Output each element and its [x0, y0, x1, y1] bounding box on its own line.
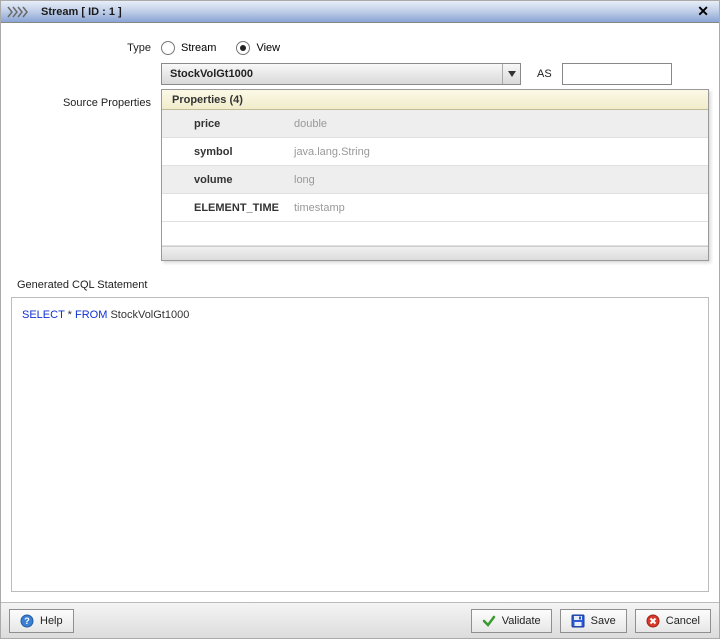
alias-input[interactable]: [562, 63, 672, 85]
properties-body: price double symbol java.lang.String vol…: [162, 110, 708, 246]
prop-name: price: [194, 118, 294, 130]
prop-name: ELEMENT_TIME: [194, 202, 294, 214]
source-properties-label: Source Properties: [11, 93, 161, 109]
type-row: Type Stream View: [11, 41, 709, 55]
help-icon: ?: [20, 614, 34, 628]
table-row[interactable]: ELEMENT_TIME timestamp: [162, 194, 708, 222]
radio-view[interactable]: [236, 41, 250, 55]
table-row-empty: [162, 222, 708, 246]
floppy-icon: [571, 614, 585, 628]
close-button[interactable]: ✕: [693, 3, 713, 20]
prop-type: double: [294, 118, 327, 130]
type-label: Type: [11, 42, 161, 54]
dialog-body: Type Stream View StockVolGt1000 AS: [1, 23, 719, 602]
properties-footer: [162, 246, 708, 260]
cql-text: StockVolGt1000: [107, 309, 189, 321]
table-row[interactable]: price double: [162, 110, 708, 138]
validate-button-label: Validate: [502, 615, 541, 627]
validate-button[interactable]: Validate: [471, 609, 552, 633]
cancel-button-label: Cancel: [666, 615, 700, 627]
radio-stream-label: Stream: [181, 42, 216, 54]
prop-name: volume: [194, 174, 294, 186]
help-button[interactable]: ? Help: [9, 609, 74, 633]
as-label: AS: [537, 68, 552, 80]
titlebar: Stream [ ID : 1 ] ✕: [1, 1, 719, 23]
help-button-label: Help: [40, 615, 63, 627]
radio-stream[interactable]: [161, 41, 175, 55]
cql-keyword: FROM: [75, 309, 107, 321]
radio-view-label: View: [256, 42, 280, 54]
table-row[interactable]: symbol java.lang.String: [162, 138, 708, 166]
cancel-icon: [646, 614, 660, 628]
dialog-footer: ? Help Validate Save: [1, 602, 719, 638]
check-icon: [482, 614, 496, 628]
save-button-label: Save: [591, 615, 616, 627]
source-select-value: StockVolGt1000: [162, 68, 502, 80]
svg-text:?: ?: [24, 616, 30, 626]
save-button[interactable]: Save: [560, 609, 627, 633]
stream-dialog: Stream [ ID : 1 ] ✕ Type Stream View Sto…: [0, 0, 720, 639]
prop-type: long: [294, 174, 315, 186]
prop-type: timestamp: [294, 202, 345, 214]
cql-keyword: SELECT: [22, 309, 65, 321]
cql-label: Generated CQL Statement: [17, 279, 709, 291]
cql-statement-box: SELECT * FROM StockVolGt1000: [11, 297, 709, 592]
prop-name: symbol: [194, 146, 294, 158]
source-row: StockVolGt1000 AS: [11, 63, 709, 85]
chevrons-icon: [7, 6, 35, 18]
dialog-title: Stream [ ID : 1 ]: [41, 6, 693, 18]
table-row[interactable]: volume long: [162, 166, 708, 194]
chevron-down-icon: [502, 64, 520, 84]
prop-type: java.lang.String: [294, 146, 370, 158]
properties-header: Properties (4): [162, 90, 708, 110]
properties-table: Properties (4) price double symbol java.…: [161, 89, 709, 261]
cancel-button[interactable]: Cancel: [635, 609, 711, 633]
alias-block: AS: [537, 63, 672, 85]
type-radio-group: Stream View: [161, 41, 294, 55]
source-select[interactable]: StockVolGt1000: [161, 63, 521, 85]
cql-text: *: [65, 309, 75, 321]
